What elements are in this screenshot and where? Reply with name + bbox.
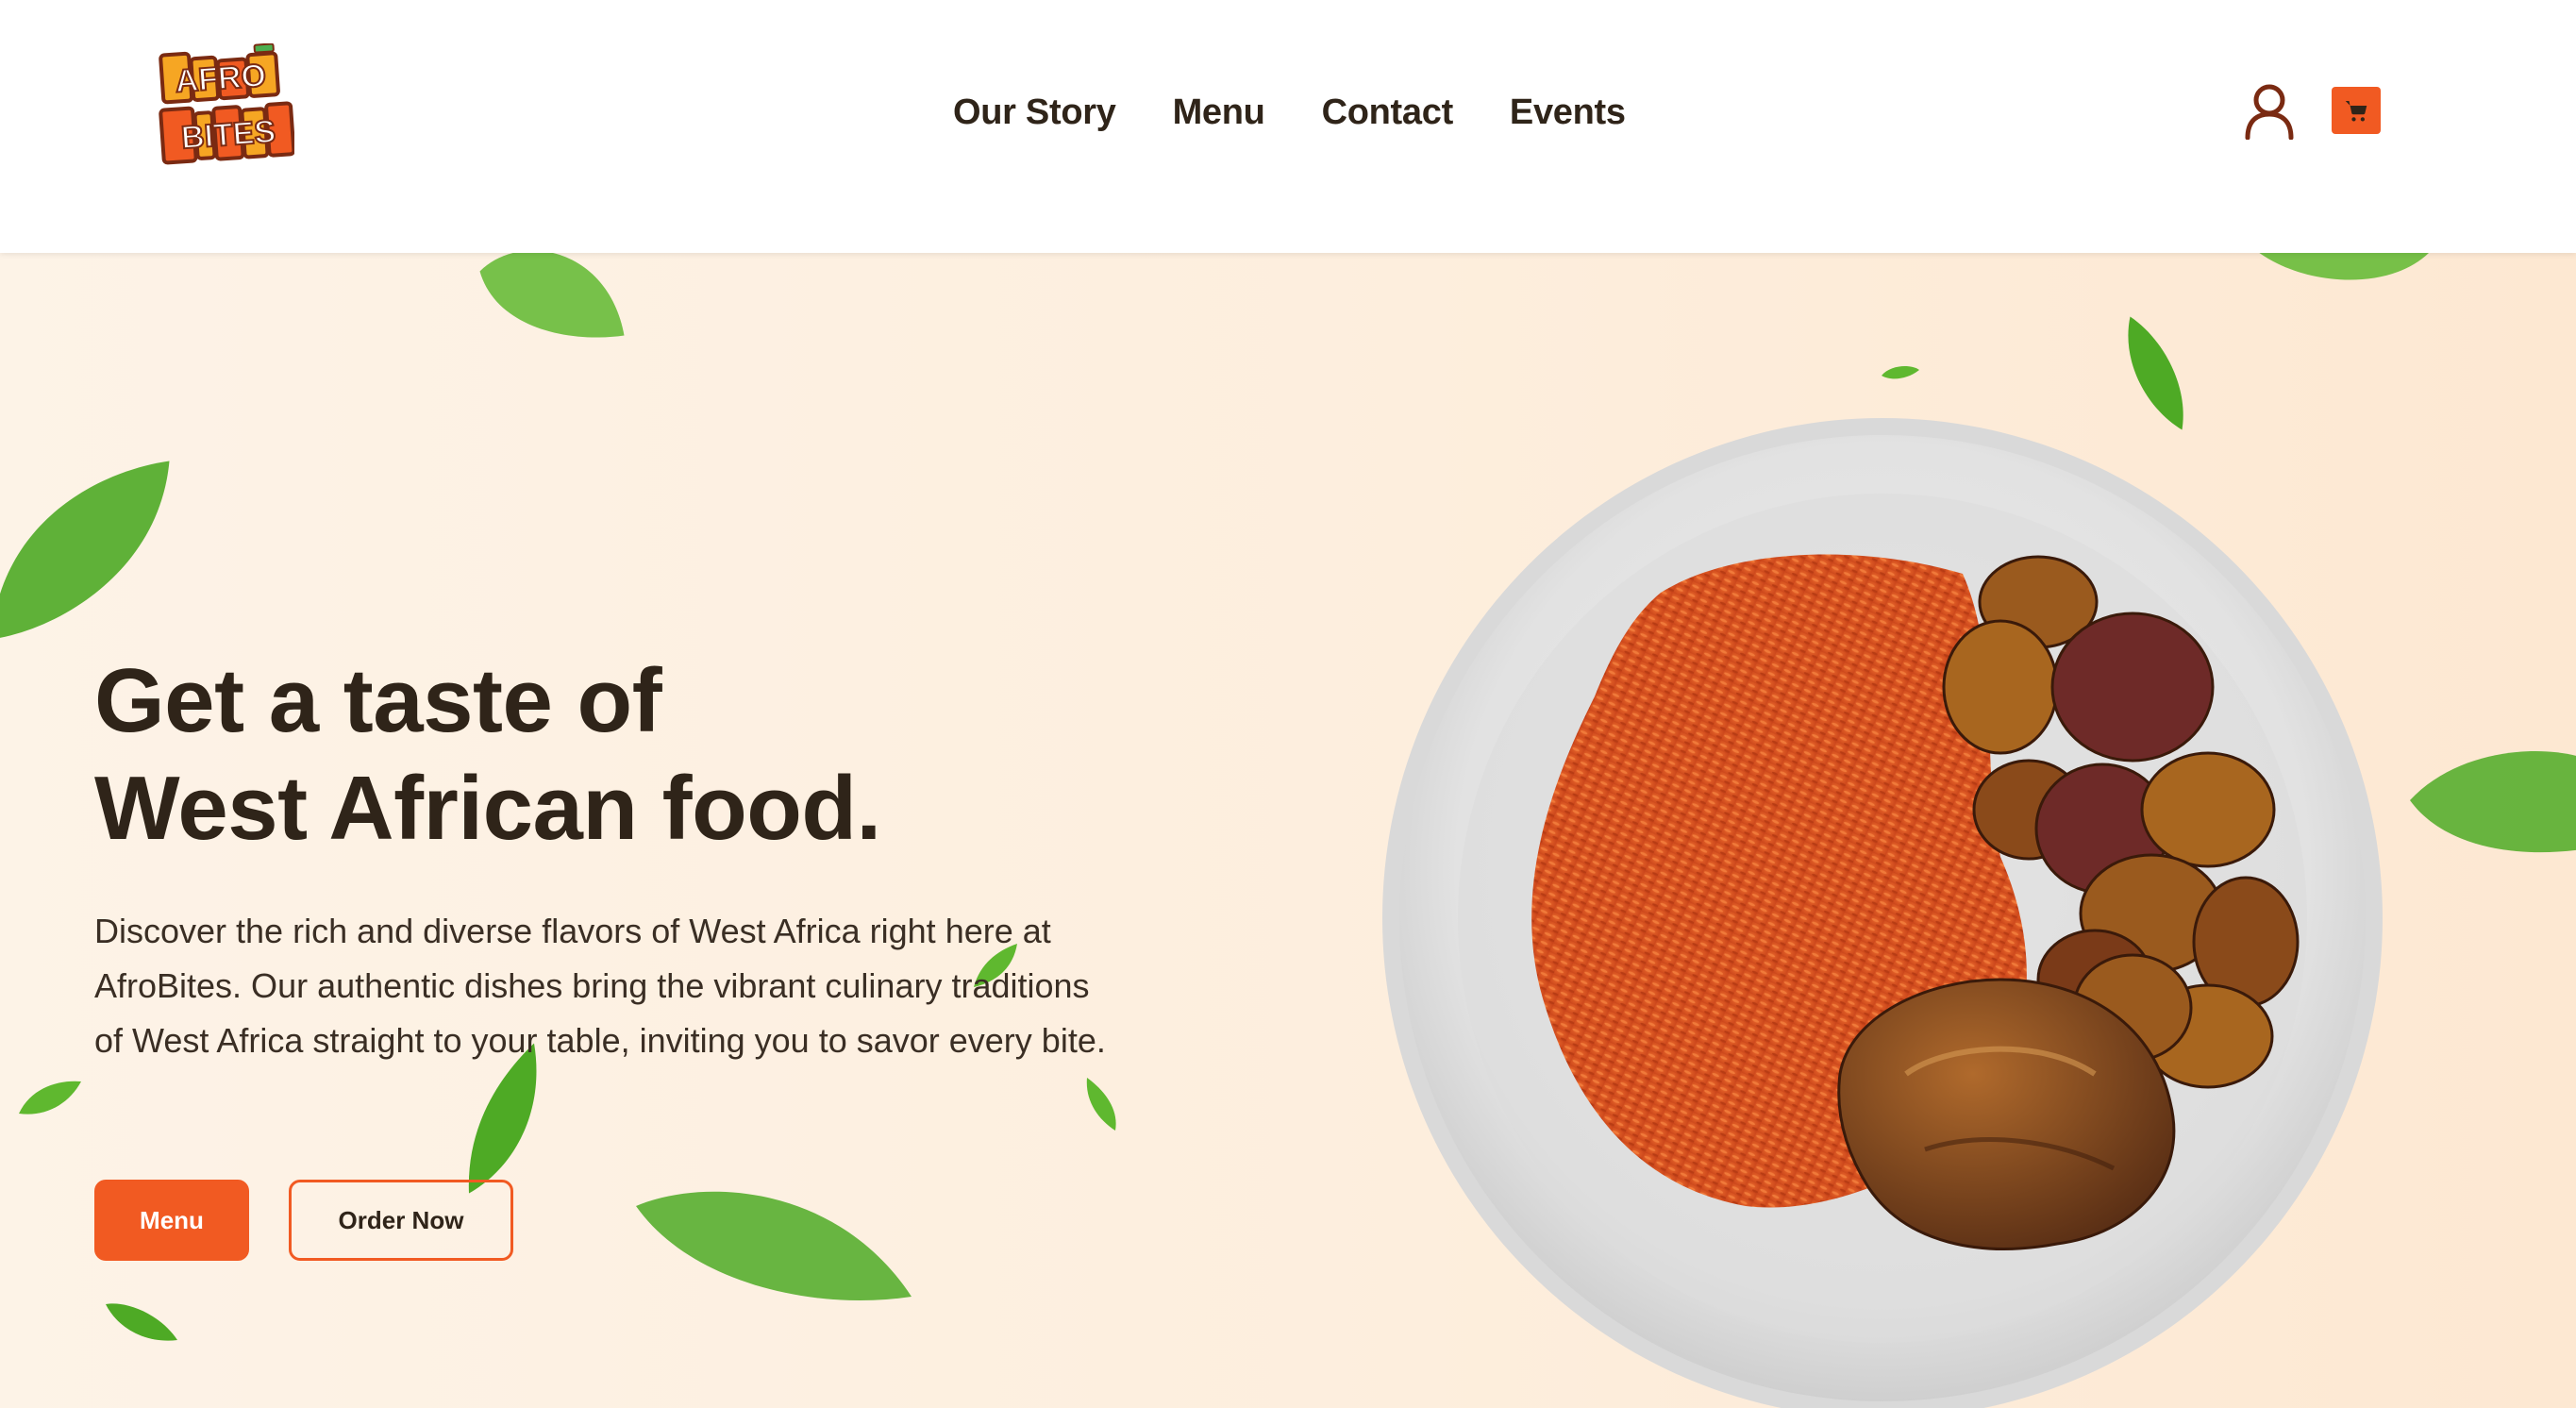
leaf-icon [0, 451, 179, 649]
leaf-icon [2250, 253, 2439, 291]
afrobites-logo[interactable]: AFRO BITES [157, 42, 296, 172]
hero-title-line1: Get a taste of [94, 650, 662, 751]
hero-section: Get a taste of West African food. Discov… [0, 253, 2576, 1408]
leaf-icon [17, 1076, 83, 1119]
food-plate-image [1378, 413, 2387, 1408]
leaf-icon [472, 253, 632, 357]
user-icon[interactable] [2244, 83, 2295, 141]
logo-text-bottom: BITES [180, 113, 277, 156]
page: AFRO BITES Our Story Menu Contact Events [0, 0, 2576, 1408]
logo-text-top: AFRO [174, 58, 267, 100]
leaf-icon [1083, 1076, 1121, 1132]
hero-description: Discover the rich and diverse flavors of… [94, 912, 1106, 1060]
nav-item-menu[interactable]: Menu [1173, 91, 1265, 134]
leaf-icon [2406, 744, 2576, 857]
nav-item-contact[interactable]: Contact [1322, 91, 1454, 134]
main-nav: Our Story Menu Contact Events [953, 91, 1626, 134]
nav-item-events[interactable]: Events [1510, 91, 1626, 134]
leaf-icon [632, 1187, 915, 1310]
order-now-button[interactable]: Order Now [289, 1180, 513, 1261]
leaf-icon [104, 1300, 179, 1344]
leaf-icon [1880, 364, 1921, 381]
cart-icon[interactable] [2332, 87, 2381, 134]
hero-title-line2: West African food. [94, 758, 881, 859]
hero-title: Get a taste of West African food. [94, 647, 1321, 863]
menu-button[interactable]: Menu [94, 1180, 249, 1261]
shopping-cart-icon [2345, 101, 2367, 122]
site-header: AFRO BITES Our Story Menu Contact Events [0, 0, 2576, 253]
nav-item-our-story[interactable]: Our Story [953, 91, 1116, 134]
